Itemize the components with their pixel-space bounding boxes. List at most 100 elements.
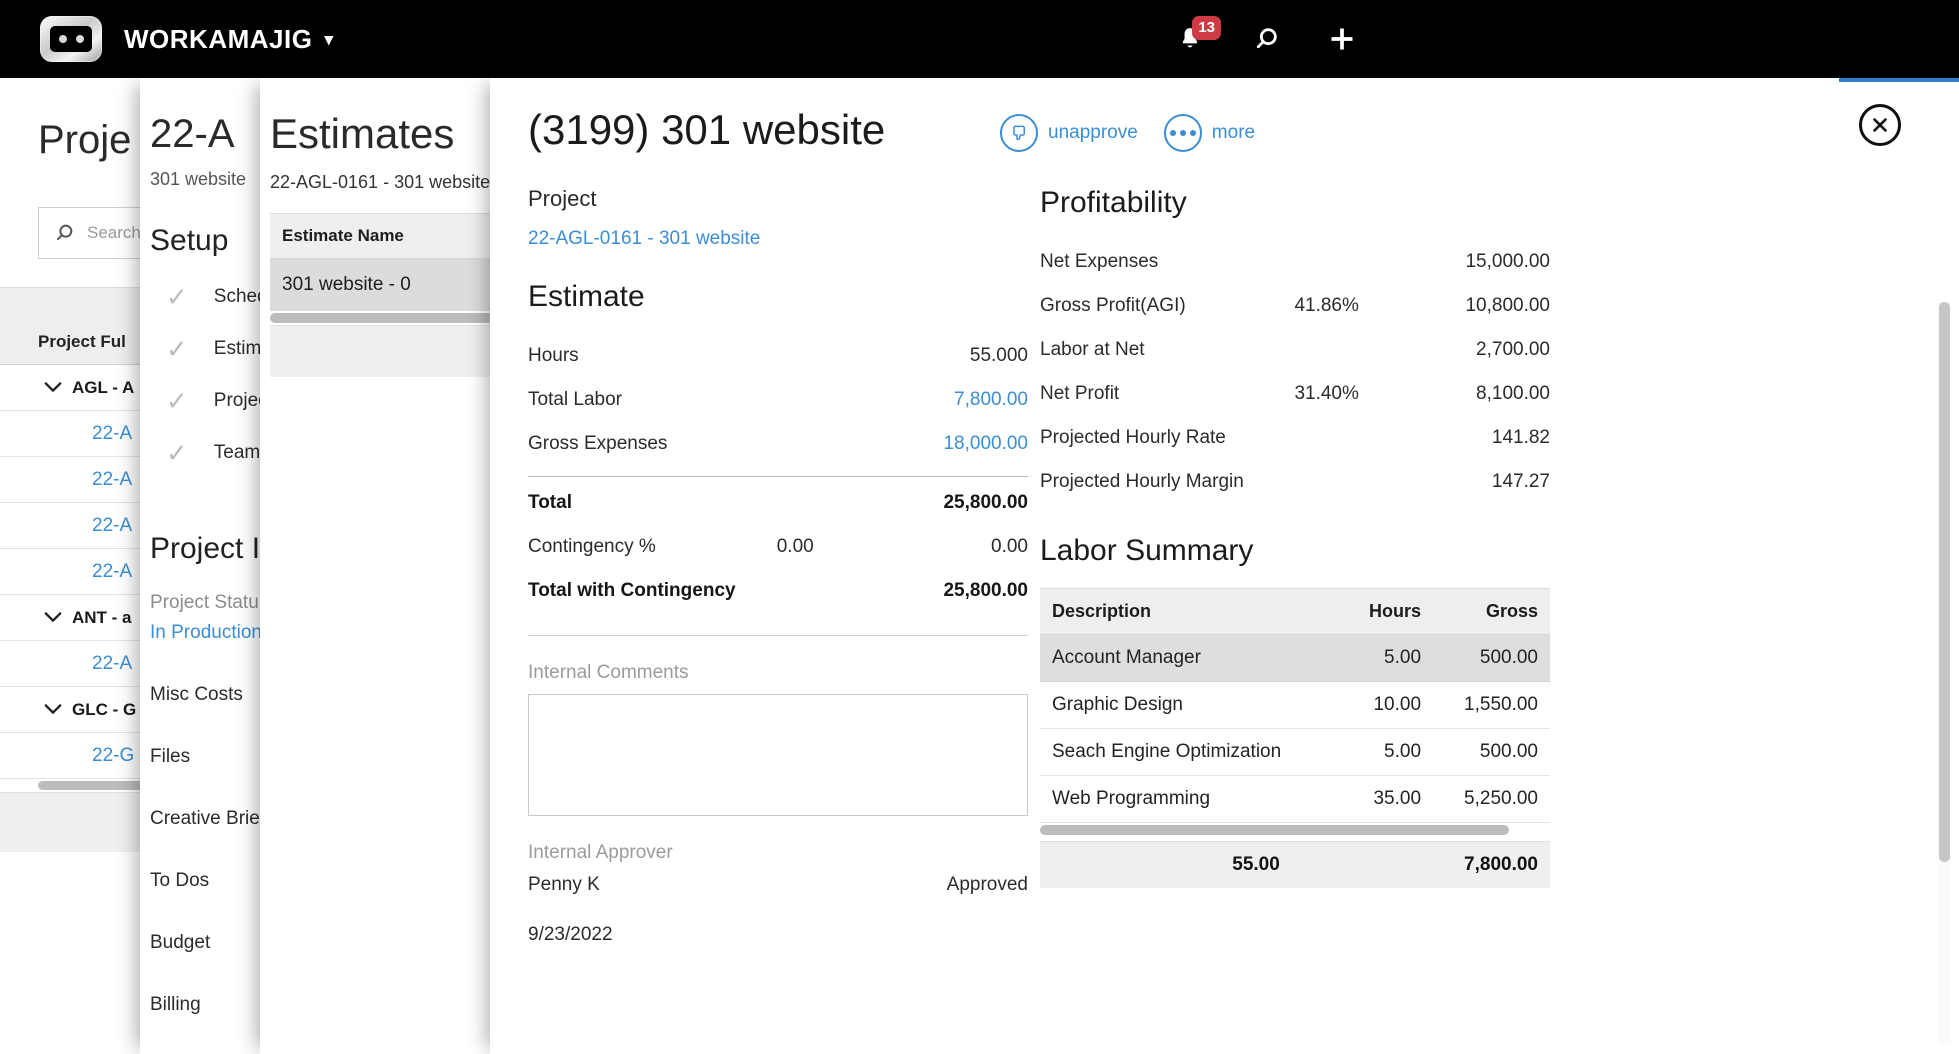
- profitability-percent: [1294, 460, 1444, 504]
- profitability-value: 147.27: [1444, 460, 1550, 504]
- more-button[interactable]: more: [1164, 114, 1255, 152]
- total-label: Total: [528, 481, 777, 525]
- setup-item-label: Estim: [214, 338, 262, 360]
- labor-summary-header-row: Description Hours Gross: [1040, 589, 1550, 635]
- setup-item-label: Team: [214, 442, 260, 464]
- thumbs-down-icon: [1000, 114, 1038, 152]
- internal-approver-status: Approved: [947, 874, 1028, 896]
- notification-badge: 13: [1192, 16, 1221, 40]
- labor-summary-row[interactable]: Web Programming35.005,250.00: [1040, 776, 1550, 823]
- add-new-button[interactable]: [1325, 22, 1359, 56]
- column-header-hours: Hours: [1342, 589, 1433, 635]
- profitability-label: Gross Profit(AGI): [1040, 284, 1294, 328]
- profitability-row: Gross Profit(AGI)41.86%10,800.00: [1040, 284, 1550, 328]
- estimate-row-value[interactable]: 7,800.00: [896, 378, 1028, 422]
- total-mid: [777, 481, 927, 525]
- labor-summary-total-table: 55.00 7,800.00: [1040, 841, 1550, 888]
- labor-summary-row[interactable]: Seach Engine Optimization5.00500.00: [1040, 729, 1550, 776]
- ellipsis-icon: [1164, 114, 1202, 152]
- profitability-label: Net Profit: [1040, 372, 1294, 416]
- profitability-value: 15,000.00: [1444, 240, 1550, 284]
- estimate-summary-table: Hours55.000Total Labor7,800.00Gross Expe…: [528, 334, 1028, 466]
- labor-gross: 500.00: [1433, 635, 1550, 682]
- internal-comments-input[interactable]: [528, 694, 1028, 816]
- labor-gross: 500.00: [1433, 729, 1550, 776]
- workamajig-logo[interactable]: [40, 16, 102, 62]
- total-with-contingency-mid: [777, 569, 927, 613]
- check-icon: ✓: [166, 388, 188, 414]
- chevron-down-icon[interactable]: [44, 378, 62, 398]
- total-with-contingency-label: Total with Contingency: [528, 569, 777, 613]
- internal-approver-name: Penny K: [528, 874, 600, 896]
- profitability-row: Projected Hourly Margin 147.27: [1040, 460, 1550, 504]
- profitability-value: 10,800.00: [1444, 284, 1550, 328]
- project-group-label: GLC - G: [72, 700, 136, 720]
- estimate-row-value[interactable]: 18,000.00: [896, 422, 1028, 466]
- total-value: 25,800.00: [927, 481, 1028, 525]
- profitability-heading: Profitability: [1040, 186, 1550, 220]
- internal-approver-row: Penny K Approved: [528, 874, 1028, 896]
- search-icon: [1252, 25, 1280, 53]
- profitability-label: Net Expenses: [1040, 240, 1294, 284]
- labor-gross: 5,250.00: [1433, 776, 1550, 823]
- contingency-label: Contingency %: [528, 525, 777, 569]
- search-icon: [53, 222, 75, 244]
- estimate-action-buttons: unapprove more: [1000, 114, 1255, 152]
- comments-divider: [528, 635, 1028, 636]
- contingency-mid: 0.00: [777, 525, 927, 569]
- estimate-row-mid: [746, 334, 896, 378]
- project-link[interactable]: 22-AGL-0161 - 301 website: [528, 228, 760, 249]
- labor-summary-table: Description Hours Gross Account Manager5…: [1040, 588, 1550, 823]
- logo-eye-right-icon: [76, 35, 84, 43]
- notifications-button[interactable]: 13: [1173, 22, 1207, 56]
- unapprove-button[interactable]: unapprove: [1000, 114, 1138, 152]
- column-header-description: Description: [1040, 589, 1342, 635]
- labor-summary-total-row: 55.00 7,800.00: [1040, 842, 1550, 889]
- close-icon: [1870, 115, 1890, 135]
- profitability-label: Projected Hourly Margin: [1040, 460, 1294, 504]
- labor-description: Web Programming: [1040, 776, 1342, 823]
- estimate-detail-panel: (3199) 301 website unapprove more: [490, 78, 1959, 1054]
- profitability-value: 141.82: [1444, 416, 1550, 460]
- labor-hours: 5.00: [1342, 635, 1433, 682]
- estimate-detail-body: Project 22-AGL-0161 - 301 website Estima…: [490, 186, 1959, 1054]
- labor-description: Account Manager: [1040, 635, 1342, 682]
- labor-hours: 10.00: [1342, 682, 1433, 729]
- estimate-contingency-row: Contingency % 0.00 0.00: [528, 525, 1028, 569]
- column-header-gross: Gross: [1433, 589, 1550, 635]
- profitability-row: Net Expenses 15,000.00: [1040, 240, 1550, 284]
- global-search-button[interactable]: [1249, 22, 1283, 56]
- chevron-down-icon[interactable]: [44, 700, 62, 720]
- estimate-section-heading: Estimate: [528, 280, 1028, 314]
- labor-summary-heading: Labor Summary: [1040, 534, 1550, 568]
- profitability-row: Labor at Net2,700.00: [1040, 328, 1550, 372]
- labor-hours: 35.00: [1342, 776, 1433, 823]
- plus-icon: [1328, 25, 1356, 53]
- logo-eye-left-icon: [59, 35, 67, 43]
- labor-description: Seach Engine Optimization: [1040, 729, 1342, 776]
- labor-summary-row[interactable]: Account Manager5.00500.00: [1040, 635, 1550, 682]
- estimate-row: Total Labor7,800.00: [528, 378, 1028, 422]
- estimate-total-table: Total 25,800.00 Contingency % 0.00 0.00 …: [528, 481, 1028, 613]
- labor-summary-row[interactable]: Graphic Design10.001,550.00: [1040, 682, 1550, 729]
- profitability-row: Net Profit31.40%8,100.00: [1040, 372, 1550, 416]
- labor-hours: 5.00: [1342, 729, 1433, 776]
- check-icon: ✓: [166, 336, 188, 362]
- project-section-label: Project: [528, 186, 1028, 212]
- chevron-down-icon[interactable]: [44, 608, 62, 628]
- breadcrumb-project[interactable]: 22-AGL-0161 - 301 website: [270, 172, 490, 192]
- estimate-row: Gross Expenses18,000.00: [528, 422, 1028, 466]
- more-label: more: [1212, 122, 1255, 144]
- estimate-divider: [528, 476, 1028, 477]
- brand-menu[interactable]: WORKAMAJIG ▾: [124, 24, 333, 55]
- check-icon: ✓: [166, 440, 188, 466]
- active-tab-indicator: [1839, 78, 1959, 82]
- estimate-total-with-contingency-row: Total with Contingency 25,800.00: [528, 569, 1028, 613]
- detail-vertical-scrollbar[interactable]: [1938, 302, 1951, 1044]
- labor-description: Graphic Design: [1040, 682, 1342, 729]
- profitability-value: 2,700.00: [1444, 328, 1550, 372]
- labor-summary-horizontal-scrollbar[interactable]: [1040, 823, 1550, 837]
- close-button[interactable]: [1859, 104, 1901, 146]
- internal-approver-date: 9/23/2022: [528, 924, 1028, 946]
- estimate-row: Hours55.000: [528, 334, 1028, 378]
